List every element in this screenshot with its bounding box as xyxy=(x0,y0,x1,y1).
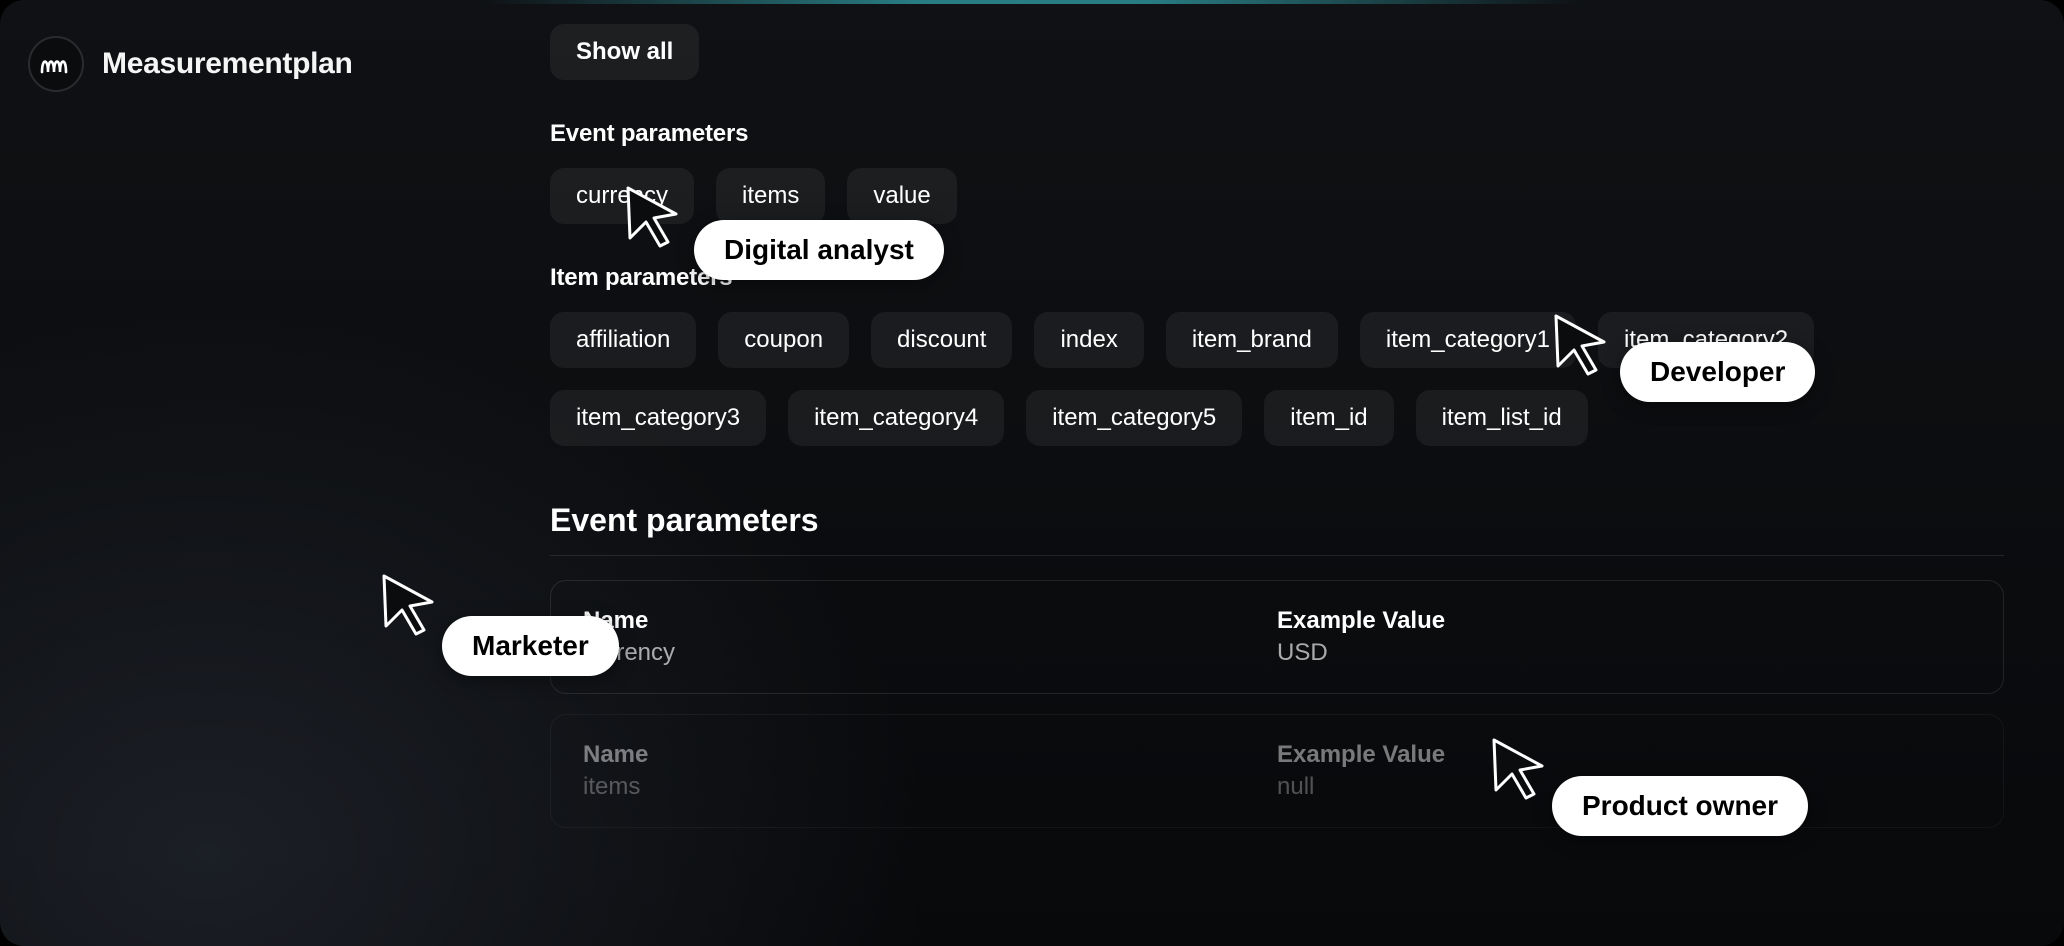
chip-index[interactable]: index xyxy=(1034,312,1143,368)
event-parameters-title: Event parameters xyxy=(550,502,2004,539)
chip-item-category1[interactable]: item_category1 xyxy=(1360,312,1576,368)
cursor-label-analyst: Digital analyst xyxy=(694,220,944,280)
card-name-label: Name xyxy=(583,607,1277,635)
cursor-analyst: Digital analyst xyxy=(622,184,944,280)
show-all-button[interactable]: Show all xyxy=(550,24,699,80)
card-example-label: Example Value xyxy=(1277,607,1971,635)
card-name-label: Name xyxy=(583,741,1277,769)
cursor-icon xyxy=(1550,312,1614,376)
parameter-card: Name currency Example Value USD xyxy=(550,580,2004,694)
chip-coupon[interactable]: coupon xyxy=(718,312,849,368)
chip-affiliation[interactable]: affiliation xyxy=(550,312,696,368)
cursor-icon xyxy=(1488,736,1552,800)
card-name-value: items xyxy=(583,773,1277,801)
chip-item-category4[interactable]: item_category4 xyxy=(788,390,1004,446)
card-example-value: USD xyxy=(1277,639,1971,667)
brand-name: Measurementplan xyxy=(102,47,353,81)
cursor-label-marketer: Marketer xyxy=(442,616,619,676)
chip-item-category3[interactable]: item_category3 xyxy=(550,390,766,446)
brand-logo xyxy=(28,36,84,92)
logo-squiggle-icon xyxy=(40,52,72,76)
card-name-value: currency xyxy=(583,639,1277,667)
chip-item-category5[interactable]: item_category5 xyxy=(1026,390,1242,446)
cursor-label-product-owner: Product owner xyxy=(1552,776,1808,836)
chip-discount[interactable]: discount xyxy=(871,312,1012,368)
event-parameters-label: Event parameters xyxy=(550,120,2004,148)
cursor-label-developer: Developer xyxy=(1620,342,1815,402)
cursor-icon xyxy=(622,184,686,248)
window-accent xyxy=(480,0,1584,4)
cursor-marketer: Marketer xyxy=(378,572,619,676)
cursor-product-owner: Product owner xyxy=(1488,736,1808,836)
app-header: Measurementplan xyxy=(28,36,353,92)
chip-item-id[interactable]: item_id xyxy=(1264,390,1393,446)
cursor-icon xyxy=(378,572,442,636)
chip-item-brand[interactable]: item_brand xyxy=(1166,312,1338,368)
divider xyxy=(550,555,2004,556)
cursor-developer: Developer xyxy=(1550,312,1815,402)
